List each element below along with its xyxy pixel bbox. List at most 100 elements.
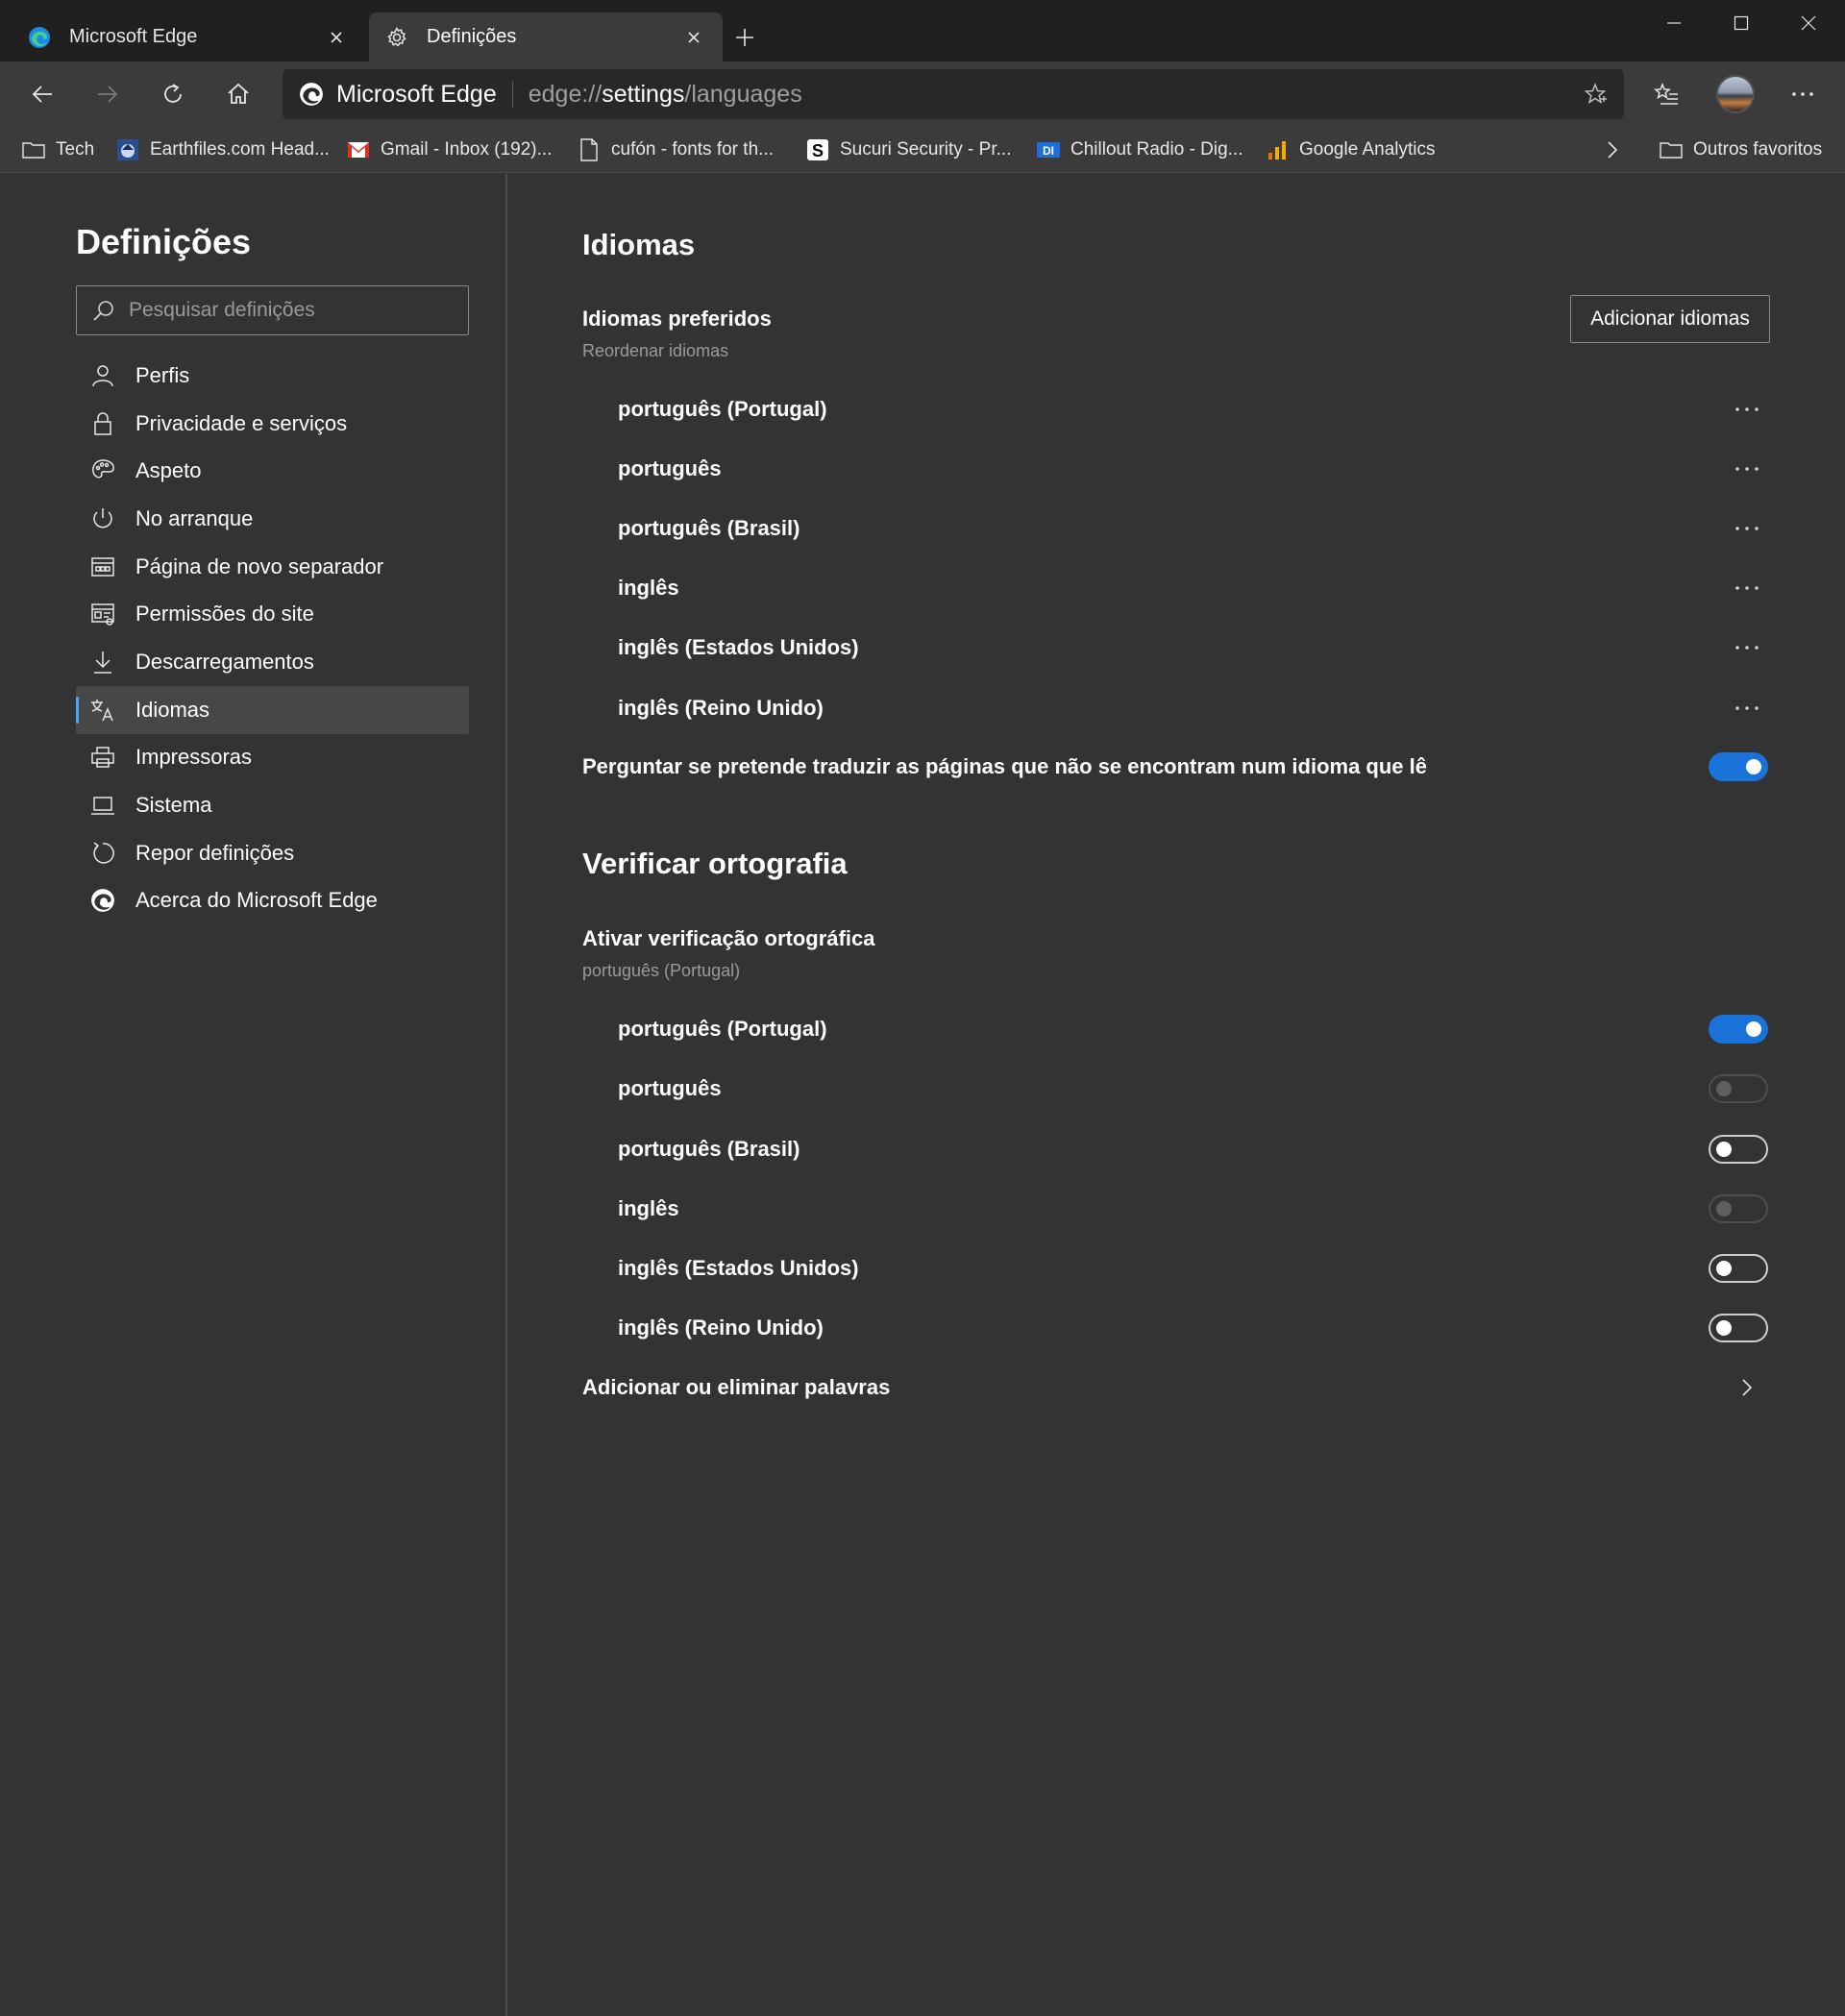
tab-settings[interactable]: Definições bbox=[369, 12, 723, 61]
sidebar-item-label: Impressoras bbox=[135, 745, 253, 770]
bookmark-label: Gmail - Inbox (192)... bbox=[381, 139, 553, 160]
language-name: português (Portugal) bbox=[618, 397, 827, 421]
favorites-button[interactable] bbox=[1645, 73, 1687, 115]
more-actions-button[interactable] bbox=[1728, 455, 1766, 483]
sidebar-item-label: Descarregamentos bbox=[135, 649, 314, 674]
sidebar-item-on-startup[interactable]: No arranque bbox=[76, 495, 469, 543]
download-icon bbox=[89, 649, 116, 676]
bookmark-chillout-radio[interactable]: DI Chillout Radio - Dig... bbox=[1036, 127, 1243, 173]
settings-sidebar: Definições Perfis Privacidade e serviços… bbox=[0, 174, 507, 2016]
languages-icon bbox=[89, 697, 116, 724]
sidebar-item-label: Privacidade e serviços bbox=[135, 410, 348, 435]
more-horizontal-icon bbox=[1735, 706, 1759, 710]
language-name: inglês bbox=[618, 1196, 679, 1220]
spellcheck-language-row: inglês (Reino Unido) bbox=[582, 1298, 1770, 1358]
sidebar-item-privacy[interactable]: Privacidade e serviços bbox=[76, 400, 469, 448]
sidebar-item-system[interactable]: Sistema bbox=[76, 781, 469, 829]
add-remove-words-row[interactable]: Adicionar ou eliminar palavras bbox=[582, 1358, 1770, 1417]
close-icon bbox=[1801, 15, 1816, 31]
translate-offer-label: Perguntar se pretende traduzir as página… bbox=[582, 754, 1427, 778]
bookmark-sucuri[interactable]: S Sucuri Security - Pr... bbox=[805, 127, 1011, 173]
maximize-button[interactable] bbox=[1712, 6, 1770, 40]
language-row: inglês (Reino Unido) bbox=[582, 678, 1770, 738]
add-remove-words-label: Adicionar ou eliminar palavras bbox=[582, 1375, 891, 1399]
plus-icon bbox=[736, 29, 753, 46]
minimize-button[interactable] bbox=[1645, 6, 1703, 40]
sidebar-item-printers[interactable]: Impressoras bbox=[76, 734, 469, 782]
spellcheck-language-row: inglês (Estados Unidos) bbox=[582, 1239, 1770, 1298]
sidebar-item-profiles[interactable]: Perfis bbox=[76, 352, 469, 400]
sidebar-item-downloads[interactable]: Descarregamentos bbox=[76, 638, 469, 686]
chevron-right-icon bbox=[1608, 141, 1618, 159]
sidebar-item-site-permissions[interactable]: Permissões do site bbox=[76, 590, 469, 638]
more-horizontal-icon bbox=[1735, 586, 1759, 590]
bookmark-label: Tech bbox=[56, 139, 95, 160]
more-actions-button[interactable] bbox=[1728, 633, 1766, 662]
spellcheck-toggle[interactable] bbox=[1709, 1135, 1768, 1164]
profile-avatar[interactable] bbox=[1716, 75, 1755, 113]
edge-logo-icon bbox=[27, 25, 52, 50]
arrow-left-icon bbox=[32, 86, 52, 103]
search-icon bbox=[93, 301, 113, 321]
bookmark-gmail[interactable]: Gmail - Inbox (192)... bbox=[346, 127, 552, 173]
site-name: Microsoft Edge bbox=[336, 80, 497, 108]
bookmark-tech[interactable]: Tech bbox=[21, 127, 94, 173]
bookmark-cufon[interactable]: cufón - fonts for th... bbox=[577, 127, 774, 173]
svg-text:DI: DI bbox=[1043, 144, 1054, 158]
new-tab-button[interactable] bbox=[728, 21, 761, 54]
add-languages-button[interactable]: Adicionar idiomas bbox=[1570, 295, 1770, 343]
more-actions-button[interactable] bbox=[1728, 694, 1766, 723]
search-box[interactable] bbox=[76, 285, 469, 335]
spellcheck-section-title: Verificar ortografia bbox=[582, 847, 848, 880]
add-favorite-button[interactable] bbox=[1574, 73, 1616, 115]
url-text[interactable]: edge://settings/languages bbox=[529, 81, 1574, 109]
sidebar-item-new-tab-page[interactable]: Página de novo separador bbox=[76, 543, 469, 591]
bookmark-other-favorites[interactable]: Outros favoritos bbox=[1659, 127, 1822, 173]
back-button[interactable] bbox=[21, 73, 63, 115]
translate-offer-row: Perguntar se pretende traduzir as página… bbox=[582, 737, 1770, 797]
forward-button[interactable] bbox=[86, 73, 129, 115]
translate-offer-toggle[interactable] bbox=[1709, 752, 1768, 781]
more-bookmarks-button[interactable] bbox=[1603, 127, 1620, 173]
language-name: inglês bbox=[618, 576, 679, 600]
more-actions-button[interactable] bbox=[1728, 514, 1766, 543]
tab-microsoft-edge[interactable]: Microsoft Edge bbox=[0, 12, 365, 61]
search-input[interactable] bbox=[129, 299, 455, 322]
sidebar-item-label: Sistema bbox=[135, 793, 212, 818]
sidebar-item-languages[interactable]: Idiomas bbox=[76, 685, 469, 734]
home-icon bbox=[228, 83, 249, 104]
settings-nav: Perfis Privacidade e serviços Aspeto No … bbox=[76, 352, 469, 924]
sidebar-item-appearance[interactable]: Aspeto bbox=[76, 447, 469, 495]
address-bar[interactable]: Microsoft Edge edge://settings/languages bbox=[283, 69, 1624, 119]
refresh-button[interactable] bbox=[152, 73, 194, 115]
analytics-favicon bbox=[1265, 137, 1290, 162]
close-icon[interactable] bbox=[323, 24, 350, 51]
sidebar-item-about-edge[interactable]: Acerca do Microsoft Edge bbox=[76, 877, 469, 925]
lock-icon bbox=[89, 410, 116, 437]
more-horizontal-icon bbox=[1735, 646, 1759, 650]
chevron-right-icon bbox=[1728, 1373, 1766, 1402]
spellcheck-toggle[interactable] bbox=[1709, 1314, 1768, 1342]
spellcheck-toggle[interactable] bbox=[1709, 1015, 1768, 1044]
spellcheck-toggle bbox=[1709, 1074, 1768, 1103]
gear-icon bbox=[384, 25, 409, 50]
maximize-icon bbox=[1734, 15, 1749, 31]
bookmark-earthfiles[interactable]: Earthfiles.com Head... bbox=[115, 127, 330, 173]
close-icon[interactable] bbox=[680, 24, 707, 51]
spellcheck-toggle[interactable] bbox=[1709, 1254, 1768, 1283]
favorites-bar: Tech Earthfiles.com Head... Gmail - Inbo… bbox=[0, 127, 1845, 173]
spellcheck-language-row: português (Brasil) bbox=[582, 1119, 1770, 1179]
more-actions-button[interactable] bbox=[1728, 574, 1766, 602]
url-path: /languages bbox=[684, 80, 802, 108]
tab-strip: Microsoft Edge Definições bbox=[0, 0, 1845, 61]
folder-icon bbox=[21, 137, 46, 162]
site-permissions-icon bbox=[89, 601, 116, 627]
home-button[interactable] bbox=[217, 73, 259, 115]
settings-and-more-button[interactable] bbox=[1782, 73, 1824, 115]
person-icon bbox=[89, 362, 116, 389]
window-close-button[interactable] bbox=[1780, 6, 1837, 40]
bookmark-google-analytics[interactable]: Google Analytics bbox=[1265, 127, 1436, 173]
sidebar-item-reset-settings[interactable]: Repor definições bbox=[76, 829, 469, 877]
bookmark-label: Sucuri Security - Pr... bbox=[840, 139, 1012, 160]
more-actions-button[interactable] bbox=[1728, 395, 1766, 424]
